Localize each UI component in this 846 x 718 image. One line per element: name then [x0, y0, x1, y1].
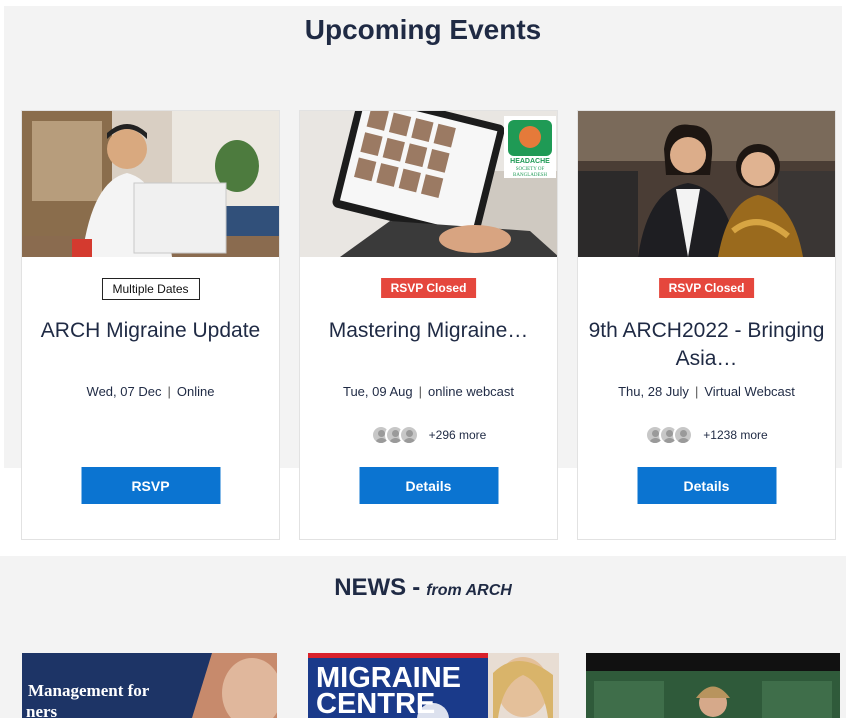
events-title: Upcoming Events: [304, 14, 542, 45]
event-location: online webcast: [428, 384, 515, 399]
event-image: HEADACHE SOCIETY OF BANGLADESH: [300, 111, 557, 257]
event-card[interactable]: RSVP Closed 9th ARCH2022 - Bringing Asia…: [577, 110, 836, 540]
meta-separator: |: [418, 384, 423, 399]
news-card-image[interactable]: MIGRAINE CENTRE: [308, 653, 559, 718]
event-location: Online: [176, 384, 215, 399]
attendee-avatars: [645, 425, 694, 445]
attendee-avatars: [370, 425, 419, 445]
news-title: NEWS - from ARCH: [0, 574, 846, 602]
event-badge: RSVP Closed: [380, 278, 477, 298]
news-item-text: ners: [26, 702, 58, 718]
attendees-more: +1238 more: [703, 428, 768, 442]
svg-text:HEADACHE: HEADACHE: [510, 158, 550, 165]
attendees-more: +296 more: [428, 428, 487, 442]
news-item-text: CENTRE: [316, 688, 436, 718]
svg-text:BANGLADESH: BANGLADESH: [513, 173, 547, 178]
event-card[interactable]: Multiple Dates ARCH Migraine Update Wed,…: [21, 110, 280, 540]
event-date: Thu, 28 July: [618, 384, 689, 399]
event-location: Virtual Webcast: [704, 384, 795, 399]
event-image: [578, 111, 835, 257]
event-date: Tue, 09 Aug: [342, 384, 413, 399]
svg-text:SOCIETY OF: SOCIETY OF: [516, 167, 545, 172]
avatar-icon: [673, 425, 694, 445]
event-badge: Multiple Dates: [101, 278, 200, 300]
event-meta: Wed, 07 Dec | Online: [22, 384, 279, 399]
rsvp-button[interactable]: RSVP: [81, 467, 220, 504]
meta-separator: |: [167, 384, 171, 399]
news-dash: -: [412, 574, 421, 601]
event-card[interactable]: HEADACHE SOCIETY OF BANGLADESH RSVP Clos…: [299, 110, 558, 540]
details-button[interactable]: Details: [637, 467, 776, 504]
event-date: Wed, 07 Dec: [86, 384, 162, 399]
details-button[interactable]: Details: [359, 467, 498, 504]
attendees: +1238 more: [578, 425, 835, 445]
avatar-icon: [398, 425, 419, 445]
meta-separator: |: [694, 384, 699, 399]
news-subtitle: from ARCH: [426, 582, 512, 599]
event-meta: Tue, 09 Aug | online webcast: [300, 384, 557, 399]
event-title[interactable]: 9th ARCH2022 - Bringing Asia…: [588, 317, 825, 373]
news-heading: NEWS: [334, 574, 407, 601]
event-title[interactable]: ARCH Migraine Update: [32, 317, 269, 345]
event-title[interactable]: Mastering Migraine…: [310, 317, 547, 345]
attendees: +296 more: [300, 425, 557, 445]
news-card-image[interactable]: [586, 653, 840, 718]
event-badge: RSVP Closed: [658, 278, 755, 298]
event-meta: Thu, 28 July | Virtual Webcast: [578, 384, 835, 399]
news-card-image[interactable]: Management for ners: [22, 653, 277, 718]
event-image: [22, 111, 279, 257]
news-item-text: Management for: [28, 681, 150, 700]
